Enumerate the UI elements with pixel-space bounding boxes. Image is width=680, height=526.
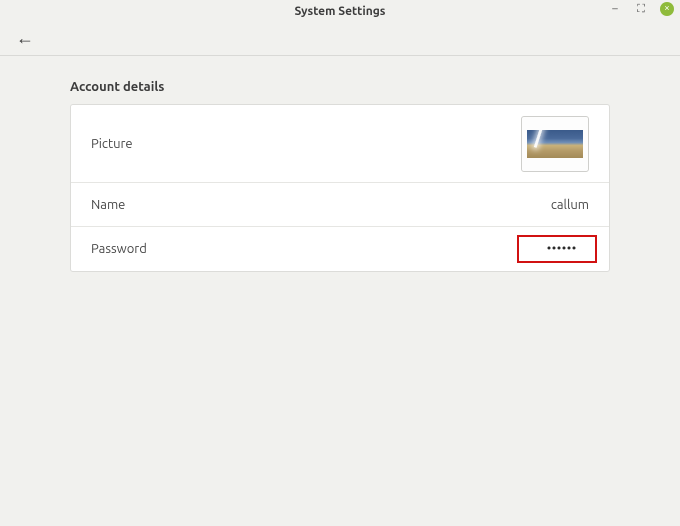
picture-label: Picture bbox=[91, 137, 133, 151]
password-value[interactable]: •••••• bbox=[517, 235, 597, 263]
window-title: System Settings bbox=[295, 5, 386, 18]
content-area: Account details Picture Name callum Pass… bbox=[0, 56, 680, 272]
section-heading: Account details bbox=[70, 80, 610, 94]
name-value: callum bbox=[551, 198, 589, 212]
avatar-picker[interactable] bbox=[521, 116, 589, 172]
back-icon[interactable]: ← bbox=[10, 26, 40, 51]
close-button[interactable] bbox=[660, 2, 674, 16]
titlebar: System Settings – ⛶ bbox=[0, 0, 680, 22]
window-controls: – ⛶ bbox=[608, 2, 674, 16]
minimize-button[interactable]: – bbox=[608, 2, 622, 16]
name-label: Name bbox=[91, 198, 125, 212]
toolbar: ← bbox=[0, 22, 680, 56]
row-picture[interactable]: Picture bbox=[71, 105, 609, 183]
maximize-button[interactable]: ⛶ bbox=[634, 2, 648, 16]
account-details-card: Picture Name callum Password •••••• bbox=[70, 104, 610, 272]
password-label: Password bbox=[91, 242, 147, 256]
row-password[interactable]: Password •••••• bbox=[71, 227, 609, 271]
row-name[interactable]: Name callum bbox=[71, 183, 609, 227]
avatar-image bbox=[527, 130, 583, 158]
